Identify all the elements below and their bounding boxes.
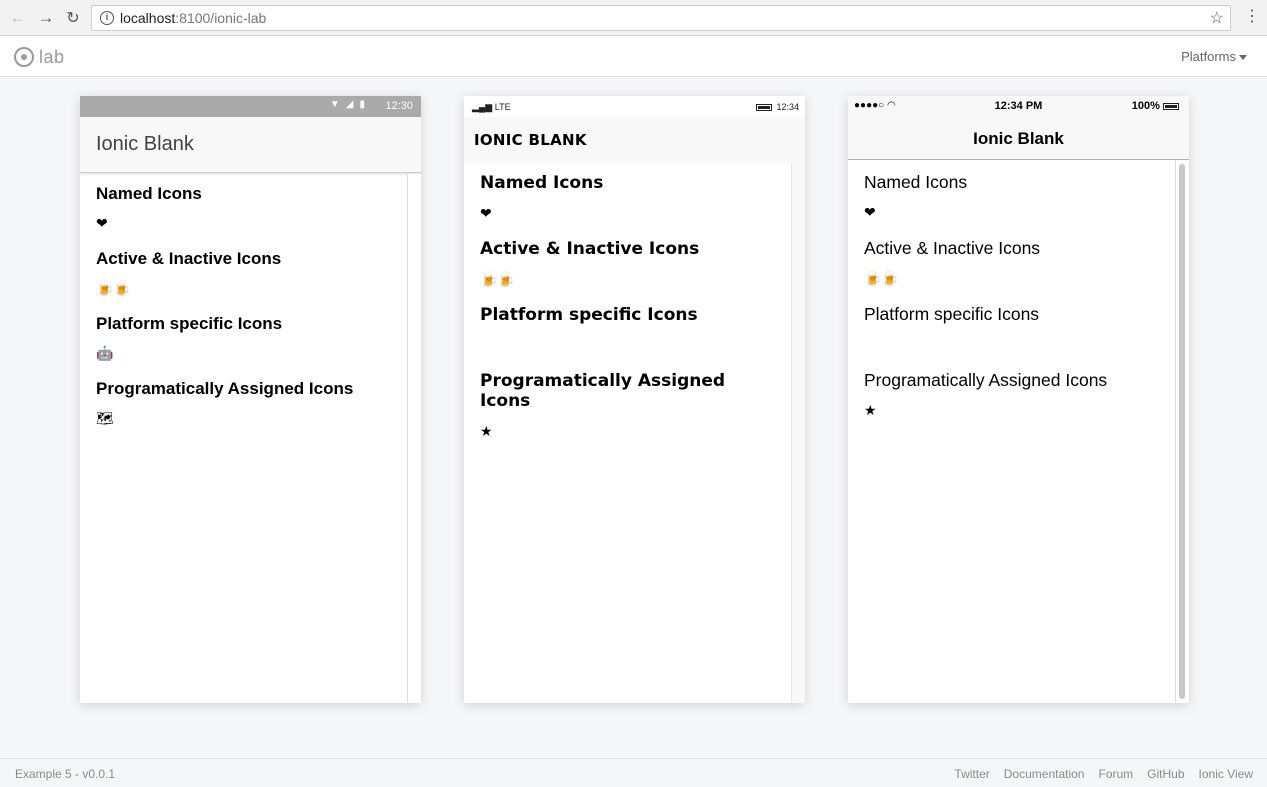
ios-scrollbar[interactable] bbox=[1175, 160, 1189, 703]
ios-device: ●●●●○ ◠ 12:34 PM 100% Ionic Blank Named … bbox=[848, 96, 1189, 703]
section-programmatic: Programatically Assigned Icons ★ bbox=[864, 370, 1159, 419]
star-icon: ★ bbox=[480, 423, 493, 439]
android-icon: 🤖 bbox=[96, 345, 114, 361]
ionic-logo-icon bbox=[14, 47, 34, 67]
forum-link[interactable]: Forum bbox=[1098, 767, 1133, 781]
section-title: Active & Inactive Icons bbox=[480, 239, 700, 259]
heart-icon: ❤ bbox=[96, 215, 108, 231]
android-status-icons: ▼◢▮ bbox=[329, 99, 371, 110]
ios-status-right: 100% bbox=[1132, 100, 1183, 112]
android-device: ▼◢▮ 12:30 Ionic Blank Named Icons ❤ Acti… bbox=[80, 96, 421, 703]
windows-scrollbar[interactable] bbox=[791, 163, 805, 703]
scroll-thumb[interactable] bbox=[1179, 164, 1185, 699]
page-title: Ionic Blank bbox=[96, 133, 194, 155]
section-programmatic: Programatically Assigned Icons ★ bbox=[480, 371, 775, 440]
star-icon: ★ bbox=[864, 402, 877, 418]
heart-icon: ❤ bbox=[480, 205, 492, 221]
section-title: Programatically Assigned Icons bbox=[480, 371, 726, 411]
windows-content: Named Icons ❤ Active & Inactive Icons 🍺🍺… bbox=[464, 163, 791, 703]
ios-content: Named Icons ❤ Active & Inactive Icons 🍺🍺… bbox=[848, 160, 1175, 703]
section-active-inactive: Active & Inactive Icons 🍺🍺 bbox=[96, 249, 391, 297]
app-version: Example 5 - v0.0.1 bbox=[15, 767, 116, 781]
page-title: Ionic Blank bbox=[973, 129, 1064, 148]
twitter-link[interactable]: Twitter bbox=[954, 767, 989, 781]
heart-icon: ❤ bbox=[864, 204, 876, 220]
logo-text: lab bbox=[39, 46, 65, 67]
apple-icon bbox=[864, 335, 1159, 353]
back-icon[interactable]: ← bbox=[8, 8, 28, 28]
lab-logo: lab bbox=[14, 45, 65, 69]
github-link[interactable]: GitHub bbox=[1147, 767, 1184, 781]
url-path: :8100/ionic-lab bbox=[175, 10, 267, 26]
android-scrollbar[interactable] bbox=[407, 174, 421, 703]
android-toolbar: Ionic Blank bbox=[80, 117, 421, 173]
footer-links: Twitter Documentation Forum GitHub Ionic… bbox=[954, 767, 1253, 781]
section-named-icons: Named Icons ❤ bbox=[480, 173, 775, 222]
windows-toolbar: IONIC BLANK bbox=[464, 117, 805, 163]
section-platform-specific: Platform specific Icons bbox=[864, 304, 1159, 353]
battery-icon bbox=[1163, 102, 1179, 110]
network-indicator: ▂▄▆ LTE bbox=[472, 102, 511, 112]
platforms-label: Platforms bbox=[1181, 49, 1236, 64]
section-platform-specific: Platform specific Icons bbox=[480, 305, 775, 354]
section-title: Platform specific Icons bbox=[96, 314, 283, 333]
section-title: Platform specific Icons bbox=[480, 305, 698, 325]
section-title: Named Icons bbox=[864, 172, 968, 192]
beer-icon: 🍺🍺 bbox=[864, 270, 899, 286]
section-title: Programatically Assigned Icons bbox=[96, 379, 354, 398]
ios-toolbar: Ionic Blank bbox=[848, 117, 1189, 160]
network-label: LTE bbox=[494, 102, 511, 112]
browser-menu-icon[interactable]: ⋮ bbox=[1244, 8, 1260, 28]
beer-icon: 🍺🍺 bbox=[96, 280, 131, 296]
beer-icon: 🍺🍺 bbox=[480, 271, 515, 287]
section-platform-specific: Platform specific Icons 🤖 bbox=[96, 314, 391, 362]
section-title: Active & Inactive Icons bbox=[96, 249, 282, 268]
windows-status-right: 12:34 bbox=[756, 102, 799, 112]
battery-percent: 100% bbox=[1131, 100, 1160, 112]
url-host: localhost bbox=[120, 10, 176, 26]
platforms-dropdown[interactable]: Platforms bbox=[1181, 49, 1247, 64]
ionic-view-link[interactable]: Ionic View bbox=[1199, 767, 1253, 781]
android-status-bar: ▼◢▮ 12:30 bbox=[80, 96, 421, 117]
section-title: Named Icons bbox=[480, 173, 604, 193]
windows-device: ▂▄▆ LTE 12:34 IONIC BLANK Named Icons ❤ … bbox=[464, 96, 805, 703]
browser-toolbar: ← → ↻ i localhost:8100/ionic-lab ☆ ⋮ bbox=[0, 0, 1267, 36]
battery-icon bbox=[756, 104, 773, 112]
ios-status-bar: ●●●●○ ◠ 12:34 PM 100% bbox=[848, 96, 1189, 117]
lab-header: lab Platforms bbox=[0, 37, 1267, 77]
apple-icon bbox=[480, 336, 775, 354]
lab-footer: Example 5 - v0.0.1 Twitter Documentation… bbox=[0, 758, 1267, 787]
section-active-inactive: Active & Inactive Icons 🍺🍺 bbox=[480, 239, 775, 288]
url-text[interactable]: localhost:8100/ionic-lab bbox=[120, 10, 266, 26]
documentation-link[interactable]: Documentation bbox=[1004, 767, 1085, 781]
section-programmatic: Programatically Assigned Icons 🗺 bbox=[96, 379, 391, 427]
map-icon: 🗺 bbox=[96, 410, 114, 426]
section-title: Active & Inactive Icons bbox=[864, 238, 1041, 258]
section-active-inactive: Active & Inactive Icons 🍺🍺 bbox=[864, 238, 1159, 287]
section-title: Named Icons bbox=[96, 184, 202, 203]
section-named-icons: Named Icons ❤ bbox=[864, 172, 1159, 221]
section-title: Programatically Assigned Icons bbox=[864, 370, 1108, 390]
bookmark-star-icon[interactable]: ☆ bbox=[1210, 8, 1224, 28]
section-title: Platform specific Icons bbox=[864, 304, 1040, 324]
section-named-icons: Named Icons ❤ bbox=[96, 184, 391, 232]
windows-status-bar: ▂▄▆ LTE 12:34 bbox=[464, 96, 805, 117]
status-time: 12:34 bbox=[776, 102, 799, 112]
status-time: 12:30 bbox=[385, 100, 413, 112]
page-title: IONIC BLANK bbox=[474, 131, 587, 149]
info-icon[interactable]: i bbox=[100, 11, 114, 25]
android-content: Named Icons ❤ Active & Inactive Icons 🍺🍺… bbox=[80, 174, 407, 703]
forward-icon[interactable]: → bbox=[36, 8, 56, 28]
caret-down-icon bbox=[1239, 55, 1247, 61]
reload-icon[interactable]: ↻ bbox=[63, 8, 83, 28]
address-bar[interactable]: i localhost:8100/ionic-lab ☆ bbox=[91, 5, 1231, 31]
